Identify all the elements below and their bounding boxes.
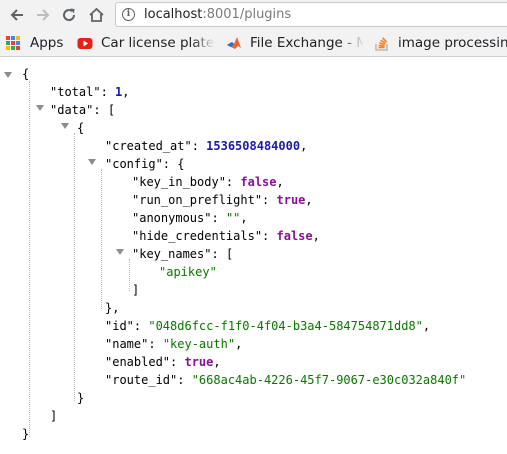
json-line: "anonymous": "", (132, 211, 248, 225)
json-line: "total": 1, (50, 85, 130, 99)
reload-icon (63, 8, 76, 21)
url-host: localhost (144, 7, 203, 22)
json-line: "apikey" (159, 265, 217, 279)
matlab-icon (226, 35, 242, 51)
collapse-root-toggle[interactable] (4, 72, 12, 78)
json-line: { (22, 67, 30, 81)
json-line: "run_on_preflight": true, (132, 193, 313, 207)
json-line: "key_in_body": false, (132, 175, 284, 189)
back-button[interactable] (6, 4, 28, 26)
arrow-right-icon (37, 9, 50, 21)
json-line: { (77, 121, 85, 135)
bookmarks-bar: Apps Car license plate File Exchange - M (0, 29, 507, 57)
json-line: } (22, 427, 30, 441)
collapse-item-toggle[interactable] (61, 123, 69, 129)
json-line: "route_id": "668ac4ab-4226-45f7-9067-e30… (105, 373, 467, 387)
bookmark-label: image processin (398, 35, 507, 51)
address-bar[interactable]: i localhost:8001/plugins (115, 2, 507, 27)
json-line: "hide_credentials": false, (132, 229, 320, 243)
arrow-left-icon (10, 9, 23, 21)
bookmark-car-license-plate[interactable]: Car license plate (77, 34, 215, 52)
json-line: "created_at": 1536508484000, (105, 139, 308, 153)
reload-button[interactable] (58, 4, 80, 26)
json-line: } (77, 391, 85, 405)
bookmark-label: File Exchange - M (250, 35, 364, 51)
info-icon[interactable]: i (122, 8, 135, 21)
collapse-config-toggle[interactable] (88, 159, 96, 165)
bookmark-apps[interactable]: Apps (6, 34, 63, 52)
json-line: "key_names": [ (132, 247, 234, 261)
home-icon (88, 7, 104, 22)
collapse-key-names-toggle[interactable] (116, 249, 124, 255)
json-line: ] (132, 283, 140, 297)
indent-guide (129, 259, 130, 291)
stackoverflow-icon (374, 35, 390, 51)
bookmark-label: Apps (30, 35, 64, 51)
indent-guide (74, 133, 75, 401)
youtube-icon (77, 35, 93, 51)
browser-toolbar: i localhost:8001/plugins (0, 0, 507, 29)
home-button[interactable] (85, 4, 107, 26)
json-line: ] (50, 409, 58, 423)
forward-button[interactable] (32, 4, 54, 26)
json-line: "config": { (105, 157, 185, 171)
json-line: "data": [ (50, 103, 116, 117)
json-line: "name": "key-auth", (105, 337, 243, 351)
json-line: }, (105, 301, 120, 315)
bookmark-label: Car license plate (101, 35, 215, 51)
bookmark-file-exchange[interactable]: File Exchange - M (226, 34, 364, 52)
url-text[interactable]: localhost:8001/plugins (144, 7, 291, 23)
indent-guide (29, 81, 30, 437)
url-path: :8001/plugins (202, 7, 292, 22)
json-viewer: { "total": 1, "data": [ { "created_at": … (0, 57, 507, 454)
collapse-data-toggle[interactable] (36, 105, 44, 111)
json-line: "id": "048d6fcc-f1f0-4f04-b3a4-584754871… (105, 319, 431, 333)
indent-guide (101, 169, 102, 309)
bookmark-image-processing[interactable]: image processin (374, 34, 507, 52)
apps-grid-icon (6, 35, 22, 51)
json-line: "enabled": true, (105, 355, 221, 369)
